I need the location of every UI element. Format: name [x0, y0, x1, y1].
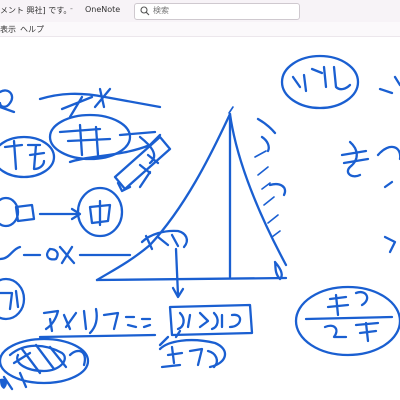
ink-america-text — [38, 307, 157, 339]
ink-canvas[interactable] — [0, 37, 400, 400]
ink-fraction-circle — [294, 285, 400, 357]
menu-item-help[interactable]: ヘルプ — [20, 24, 44, 35]
ink-arrow-row — [0, 186, 124, 238]
ink-right-glyph — [340, 140, 400, 254]
search-icon — [140, 6, 150, 16]
window-title: メント 興社] です。 — [0, 6, 72, 15]
ink-pencil-scribble — [113, 135, 172, 193]
menu-bar: 表示 ヘルプ — [0, 22, 400, 37]
ink-inflation-circle — [280, 54, 400, 110]
ink-money-note — [140, 229, 188, 299]
ink-bottom-left-scribble — [0, 337, 90, 391]
title-bar: メント 興社] です。 - OneNote — [0, 0, 400, 23]
title-separator: - — [70, 4, 73, 13]
menu-item-view[interactable]: 表示 — [0, 24, 16, 35]
search-box[interactable] — [134, 3, 300, 20]
ink-upper-left-scribbles — [0, 87, 162, 179]
ink-row-ox — [0, 245, 132, 265]
ink-boxed-text — [168, 303, 254, 337]
app-name: OneNote — [85, 5, 121, 14]
ink-deflation-text — [158, 329, 227, 369]
search-input[interactable] — [153, 6, 293, 15]
ink-lower-left-circle — [0, 277, 26, 321]
